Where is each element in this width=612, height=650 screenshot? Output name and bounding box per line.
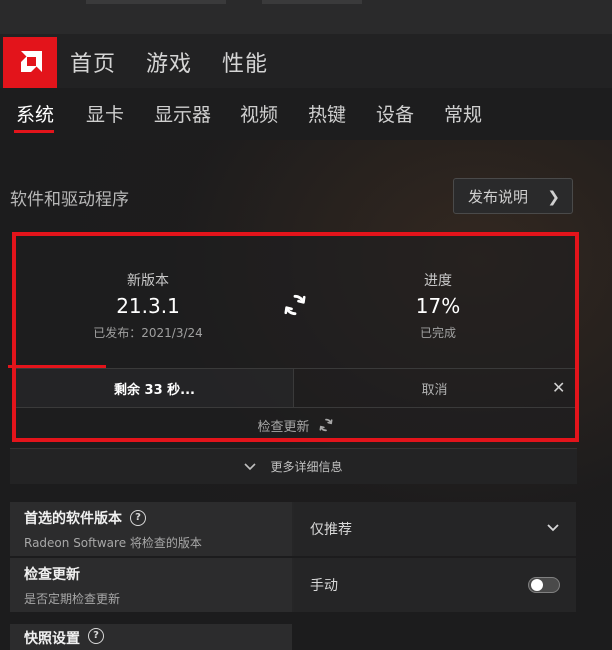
download-progress-bar [8,365,106,368]
setting-label-block: 检查更新 是否定期检查更新 [10,558,292,612]
active-tab-indicator [14,130,54,133]
time-remaining: 剩余 33 秒... [16,369,293,407]
new-version-value: 21.3.1 [116,294,180,318]
top-strip-segment [262,0,362,4]
setting-check-updates: 检查更新 是否定期检查更新 手动 [10,558,576,612]
window-top-strip [0,0,612,34]
chevron-down-icon [244,462,257,470]
update-panel: 新版本 21.3.1 已发布：2021/3/24 进度 17% 已完成 剩余 3… [12,232,579,442]
setting-description: 是否定期检查更新 [24,592,121,606]
nav-home[interactable]: 首页 [70,46,116,78]
tab-display[interactable]: 显示器 [154,100,211,127]
dropdown-value: 仅推荐 [310,522,352,538]
chevron-down-icon [547,524,559,532]
toggle-knob [531,579,543,591]
tab-video[interactable]: 视频 [240,100,278,127]
setting-title: 检查更新 [24,564,292,584]
setting-title-text: 首选的软件版本 [24,511,122,527]
sub-nav: 系统 显卡 显示器 视频 热键 设备 常规 [0,88,612,140]
progress-block: 进度 17% 已完成 [328,270,548,341]
release-date: 已发布：2021/3/24 [93,326,203,340]
section-title: 软件和驱动程序 [10,190,129,210]
release-notes-label: 发布说明 [468,187,529,206]
progress-status: 已完成 [419,326,456,340]
setting-title-text: 快照设置 [24,631,80,647]
top-nav: 首页 游戏 性能 [0,34,612,89]
check-updates-control: 手动 [294,558,576,612]
tab-devices[interactable]: 设备 [376,100,414,127]
check-update-label: 检查更新 [257,419,310,435]
new-version-block: 新版本 21.3.1 已发布：2021/3/24 [38,270,258,341]
tab-general[interactable]: 常规 [444,100,482,127]
cancel-button[interactable]: 取消 [294,369,575,407]
release-notes-button[interactable]: 发布说明 ❯ [453,178,573,214]
nav-games[interactable]: 游戏 [146,46,192,78]
top-strip-segment [86,0,226,4]
new-version-label: 新版本 [127,273,169,289]
check-updates-toggle[interactable] [528,577,560,593]
help-icon[interactable]: ? [130,510,146,526]
progress-value: 17% [415,294,461,318]
check-update-button[interactable]: 检查更新 [16,412,575,438]
tab-graphics[interactable]: 显卡 [86,100,124,127]
progress-label: 进度 [424,273,452,289]
setting-label-block: 首选的软件版本 ? Radeon Software 将检查的版本 [10,502,292,556]
more-details-label: 更多详细信息 [270,460,343,474]
amd-logo[interactable] [3,37,57,89]
chevron-right-icon: ❯ [547,188,560,206]
amd-arrow-icon [21,51,42,72]
setting-snapshot-partial: 快照设置 ? [10,624,292,650]
refresh-icon [319,418,332,432]
setting-description: Radeon Software 将检查的版本 [24,536,202,550]
preferred-version-dropdown[interactable]: 仅推荐 [294,502,576,556]
close-icon[interactable]: ✕ [552,378,565,397]
toggle-value-label: 手动 [310,578,338,594]
more-details-toggle[interactable]: 更多详细信息 [10,448,577,484]
setting-preferred-version: 首选的软件版本 ? Radeon Software 将检查的版本 仅推荐 [10,502,576,556]
sync-icon [284,294,306,316]
download-row: 剩余 33 秒... 取消 ✕ [16,368,575,408]
tab-system[interactable]: 系统 [16,100,54,127]
setting-title-text: 检查更新 [24,567,80,583]
help-icon[interactable]: ? [88,628,104,644]
tab-hotkeys[interactable]: 热键 [308,100,346,127]
nav-performance[interactable]: 性能 [222,46,268,78]
setting-title: 首选的软件版本 ? [24,508,292,528]
